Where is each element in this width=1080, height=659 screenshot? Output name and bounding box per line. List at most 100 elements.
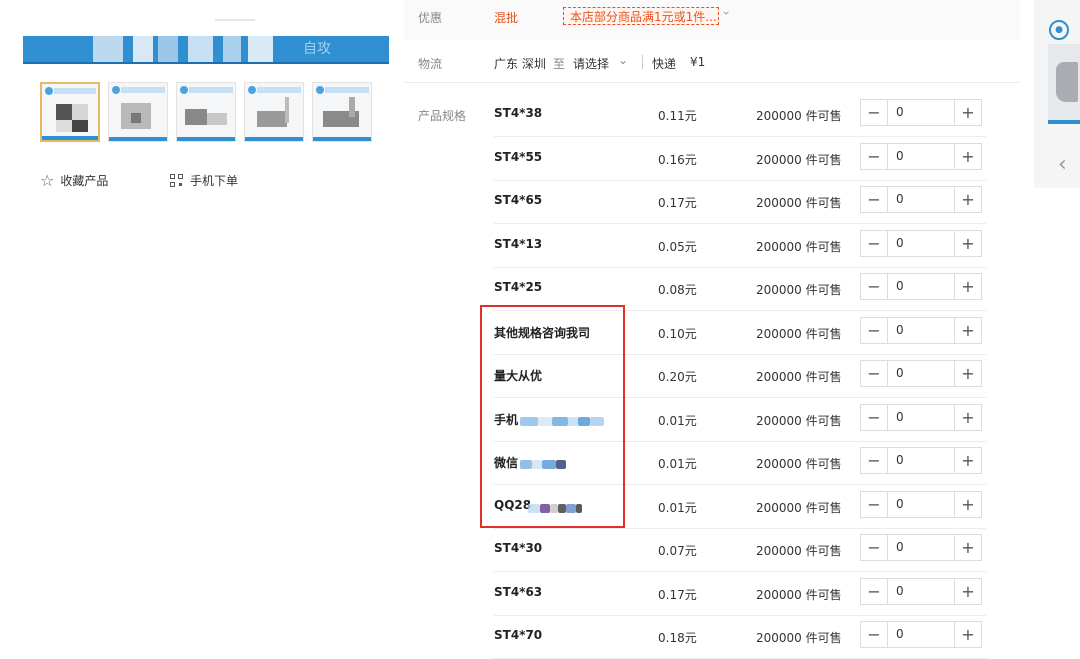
quantity-stepper[interactable]: − 0 + <box>860 577 982 605</box>
quantity-input[interactable]: 0 <box>888 231 954 256</box>
quantity-stepper[interactable]: − 0 + <box>860 142 982 170</box>
quantity-stepper[interactable]: − 0 + <box>860 186 982 213</box>
decrease-button[interactable]: − <box>861 230 888 256</box>
decrease-button[interactable]: − <box>861 535 888 560</box>
quantity-stepper[interactable]: − 0 + <box>860 316 982 344</box>
sku-stock: 200000 件可售 <box>756 239 842 254</box>
decrease-button[interactable]: − <box>861 100 888 125</box>
main-product-image[interactable]: 自攻 <box>23 36 389 64</box>
thumbnail-4[interactable] <box>244 82 304 142</box>
decrease-button[interactable]: − <box>861 361 888 386</box>
thumb-mosaic <box>72 120 88 132</box>
thumbnail-2[interactable] <box>108 82 168 142</box>
decrease-button[interactable]: − <box>861 491 888 517</box>
quantity-stepper[interactable]: − 0 + <box>860 621 982 648</box>
mosaic-block <box>223 36 241 64</box>
increase-button[interactable]: + <box>954 535 981 560</box>
quantity-input[interactable]: 0 <box>888 579 954 604</box>
thumb-product <box>349 97 355 117</box>
thumb-header <box>189 87 233 93</box>
quantity-stepper[interactable]: − 0 + <box>860 273 982 300</box>
increase-button[interactable]: + <box>954 448 981 473</box>
quantity-input[interactable]: 0 <box>888 144 954 169</box>
thumbnail-5[interactable] <box>312 82 372 142</box>
decrease-button[interactable]: − <box>861 448 888 473</box>
quantity-stepper[interactable]: − 0 + <box>860 360 982 387</box>
thumb-product <box>285 97 289 123</box>
quantity-input[interactable]: 0 <box>888 535 954 560</box>
decrease-button[interactable]: − <box>861 274 888 299</box>
decrease-button[interactable]: − <box>861 578 888 604</box>
quantity-stepper[interactable]: − 0 + <box>860 403 982 431</box>
recommended-product-image[interactable] <box>1048 44 1080 124</box>
increase-button[interactable]: + <box>954 578 981 604</box>
sku-row: ST4*70 0.18元 200000 件可售 − 0 + <box>494 615 986 659</box>
chevron-down-icon[interactable]: ⌄ <box>618 53 628 67</box>
increase-button[interactable]: + <box>954 361 981 386</box>
chevron-down-icon[interactable]: › <box>719 11 733 16</box>
blur-block <box>556 460 566 469</box>
quantity-input[interactable]: 0 <box>888 405 954 430</box>
quantity-input[interactable]: 0 <box>888 492 954 517</box>
increase-button[interactable]: + <box>954 274 981 299</box>
promotion-detail[interactable]: 本店部分商品满1元或1件... <box>563 7 719 25</box>
decrease-button[interactable]: − <box>861 622 888 647</box>
thumbnail-3[interactable] <box>176 82 236 142</box>
divider <box>642 55 643 69</box>
quantity-stepper[interactable]: − 0 + <box>860 447 982 474</box>
sku-stock: 200000 件可售 <box>756 500 842 515</box>
quantity-stepper[interactable]: − 0 + <box>860 99 982 126</box>
chevron-left-icon[interactable]: ‹ <box>1058 152 1067 177</box>
ship-from-location: 广东 深圳 <box>494 57 546 71</box>
thumb-mosaic <box>72 104 88 120</box>
increase-button[interactable]: + <box>954 622 981 647</box>
thumb-product <box>207 113 227 125</box>
quantity-input[interactable]: 0 <box>888 274 954 299</box>
image-footer <box>1048 120 1080 124</box>
increase-button[interactable]: + <box>954 230 981 256</box>
decrease-button[interactable]: − <box>861 404 888 430</box>
sku-price: 0.17元 <box>658 587 697 602</box>
sku-stock: 200000 件可售 <box>756 457 842 471</box>
ship-to-label: 至 <box>553 57 566 71</box>
sku-row: ST4*25 0.08元 200000 件可售 − 0 + <box>494 267 986 311</box>
mobile-order-button[interactable]: 手机下单 <box>170 172 238 189</box>
sku-price: 0.01元 <box>658 413 697 428</box>
sku-name: ST4*65 <box>494 193 543 207</box>
sku-price: 0.10元 <box>658 326 697 341</box>
sku-price: 0.01元 <box>658 457 697 471</box>
logistics-label: 物流 <box>418 57 443 71</box>
mosaic-block <box>188 36 213 64</box>
sku-name: ST4*63 <box>494 584 543 599</box>
quantity-input[interactable]: 0 <box>888 187 954 212</box>
increase-button[interactable]: + <box>954 404 981 430</box>
increase-button[interactable]: + <box>954 491 981 517</box>
increase-button[interactable]: + <box>954 143 981 169</box>
sku-row: ST4*13 0.05元 200000 件可售 − 0 + <box>494 224 986 268</box>
quantity-input[interactable]: 0 <box>888 622 954 647</box>
thumbnail-1[interactable] <box>40 82 100 142</box>
favorite-product-button[interactable]: ☆ 收藏产品 <box>40 172 108 189</box>
blur-block <box>590 416 604 426</box>
quantity-input[interactable]: 0 <box>888 448 954 473</box>
sku-row: QQ28 0.01元 200000 件可售 − 0 + <box>494 485 986 529</box>
quantity-stepper[interactable]: − 0 + <box>860 490 982 518</box>
sku-stock: 200000 件可售 <box>756 283 842 297</box>
sku-price: 0.18元 <box>658 631 697 645</box>
quantity-input[interactable]: 0 <box>888 361 954 386</box>
increase-button[interactable]: + <box>954 187 981 212</box>
increase-button[interactable]: + <box>954 100 981 125</box>
quantity-stepper[interactable]: − 0 + <box>860 229 982 257</box>
thumb-footer <box>177 137 235 141</box>
thumb-mosaic <box>56 120 72 132</box>
decrease-button[interactable]: − <box>861 187 888 212</box>
destination-select[interactable]: 请选择 <box>573 55 609 72</box>
decrease-button[interactable]: − <box>861 317 888 343</box>
quantity-stepper[interactable]: − 0 + <box>860 534 982 561</box>
logo-icon <box>316 86 324 94</box>
quantity-input[interactable]: 0 <box>888 100 954 125</box>
quantity-input[interactable]: 0 <box>888 318 954 343</box>
increase-button[interactable]: + <box>954 317 981 343</box>
decrease-button[interactable]: − <box>861 143 888 169</box>
thumb-mosaic <box>56 104 72 120</box>
